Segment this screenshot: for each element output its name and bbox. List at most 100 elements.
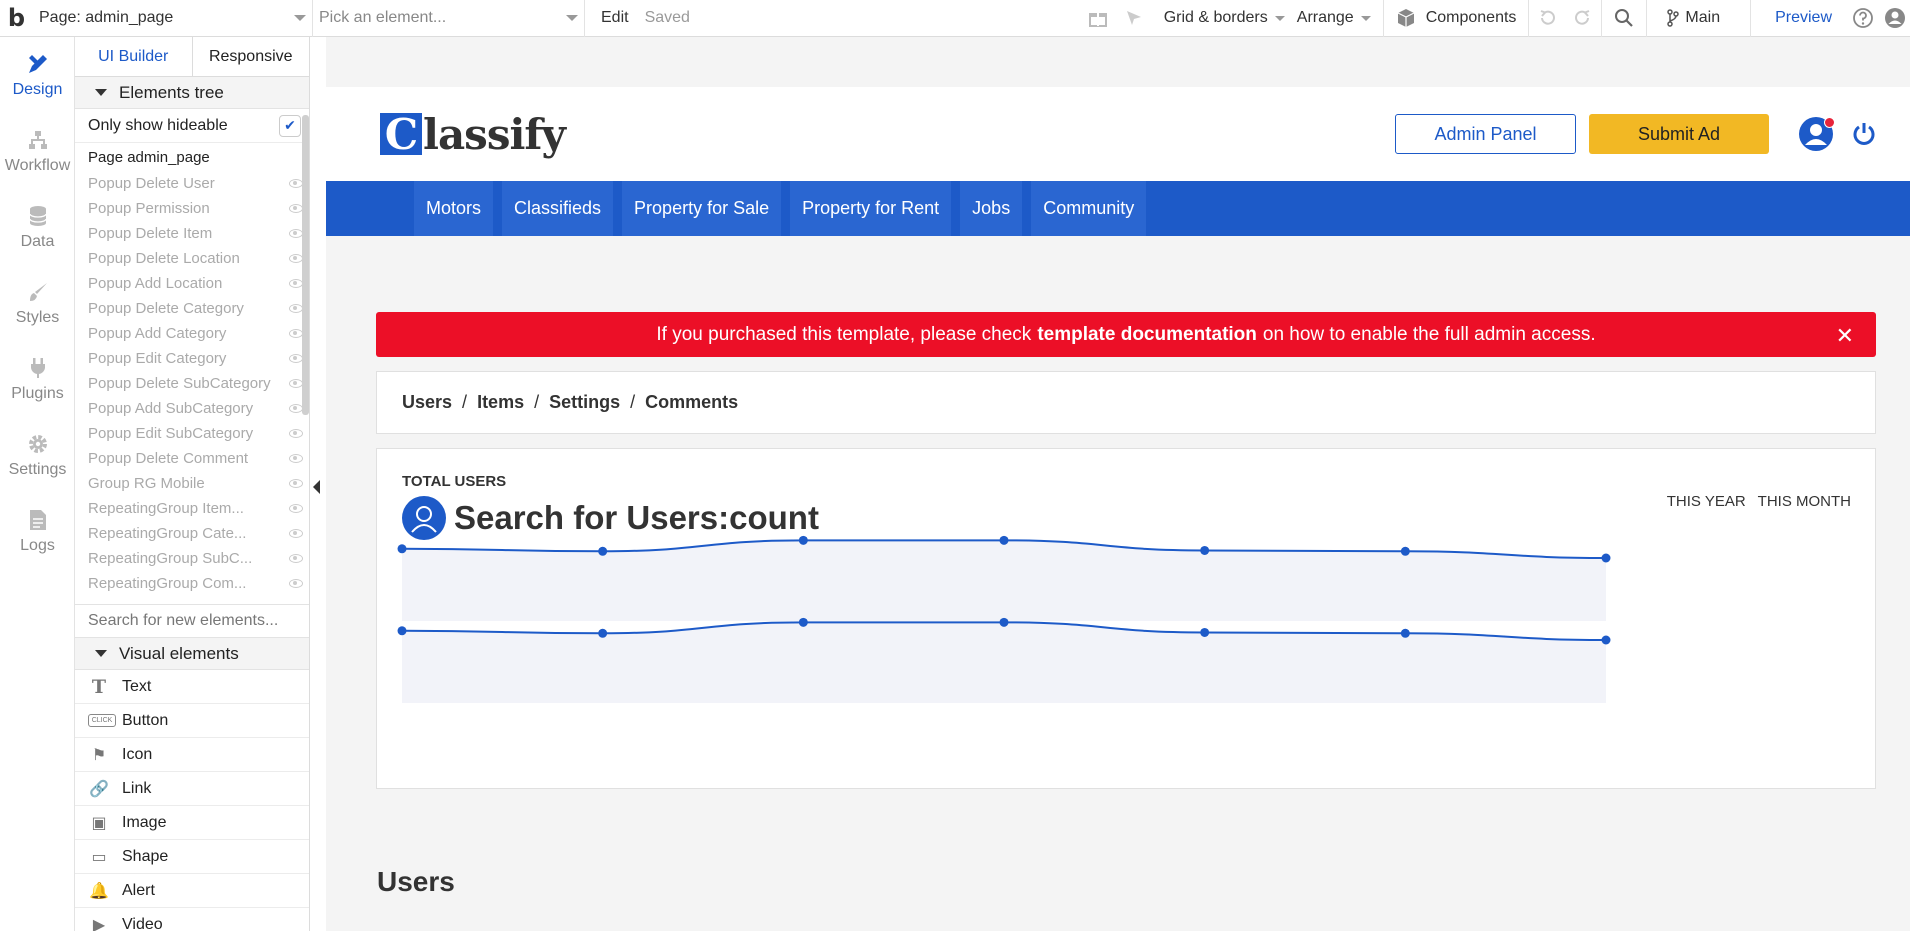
- eye-icon[interactable]: [289, 379, 303, 388]
- nav-item-community[interactable]: Community: [1031, 181, 1147, 236]
- eye-icon[interactable]: [289, 429, 303, 438]
- tree-item[interactable]: Popup Edit SubCategory: [75, 421, 309, 446]
- eye-icon[interactable]: [289, 229, 303, 238]
- breadcrumb-items[interactable]: Items: [477, 392, 524, 413]
- tree-item-label: Popup Add Category: [88, 325, 227, 342]
- eye-icon[interactable]: [289, 254, 303, 263]
- breadcrumb-comments[interactable]: Comments: [645, 392, 738, 413]
- tree-item[interactable]: Popup Add Category: [75, 321, 309, 346]
- bubble-logo-icon[interactable]: b: [0, 0, 33, 37]
- visual-element-icon[interactable]: ⚑ Icon: [75, 738, 309, 772]
- eye-icon[interactable]: [289, 554, 303, 563]
- visual-element-image[interactable]: ▣ Image: [75, 806, 309, 840]
- tree-item[interactable]: RepeatingGroup Cate...: [75, 521, 309, 546]
- nav-item-property-for-sale[interactable]: Property for Sale: [622, 181, 782, 236]
- eye-icon[interactable]: [289, 304, 303, 313]
- tree-item[interactable]: Group RG Mobile: [75, 471, 309, 496]
- eye-icon[interactable]: [289, 479, 303, 488]
- redo-icon[interactable]: [1565, 0, 1601, 37]
- search-icon[interactable]: [1602, 0, 1646, 37]
- eye-icon[interactable]: [289, 404, 303, 413]
- tree-scrollbar[interactable]: [302, 115, 309, 415]
- edit-button[interactable]: Edit: [585, 0, 637, 37]
- rail-item-data[interactable]: Data: [0, 189, 75, 265]
- nav-item-jobs[interactable]: Jobs: [960, 181, 1023, 236]
- visual-element-button[interactable]: CLICK Button: [75, 704, 309, 738]
- rail-item-logs[interactable]: Logs: [0, 493, 75, 569]
- undo-icon[interactable]: [1529, 0, 1565, 37]
- tree-item[interactable]: Popup Delete Comment: [75, 446, 309, 471]
- element-picker[interactable]: Pick an element...: [313, 0, 585, 37]
- rail-item-label: Settings: [8, 460, 67, 478]
- tab-responsive[interactable]: Responsive: [193, 37, 310, 76]
- eye-icon[interactable]: [289, 179, 303, 188]
- eye-icon[interactable]: [289, 329, 303, 338]
- nav-item-motors[interactable]: Motors: [414, 181, 494, 236]
- eye-icon[interactable]: [289, 504, 303, 513]
- visual-elements-header[interactable]: Visual elements: [75, 638, 309, 670]
- tree-item[interactable]: RepeatingGroup SubC...: [75, 546, 309, 571]
- visual-element-shape[interactable]: ▭ Shape: [75, 840, 309, 874]
- visual-element-text[interactable]: T Text: [75, 670, 309, 704]
- nav-item-property-for-rent[interactable]: Property for Rent: [790, 181, 952, 236]
- classify-logo[interactable]: C lassify: [380, 110, 566, 159]
- tree-item[interactable]: Popup Permission: [75, 196, 309, 221]
- power-icon[interactable]: [1850, 120, 1878, 148]
- breadcrumb-settings[interactable]: Settings: [549, 392, 620, 413]
- rail-item-plugins[interactable]: Plugins: [0, 341, 75, 417]
- tree-item-label: Popup Add SubCategory: [88, 400, 254, 417]
- components-button[interactable]: Components: [1384, 0, 1529, 37]
- visual-element-alert[interactable]: 🔔 Alert: [75, 874, 309, 908]
- settings-icon: [26, 432, 50, 456]
- tree-item[interactable]: Popup Add Location: [75, 271, 309, 296]
- collapse-panel-icon[interactable]: [313, 480, 320, 494]
- tree-root-page[interactable]: Page admin_page: [75, 143, 309, 171]
- branch-selector[interactable]: Main: [1647, 0, 1750, 37]
- alert-docs-link[interactable]: template documentation: [1037, 324, 1257, 346]
- eye-icon[interactable]: [289, 279, 303, 288]
- user-avatar[interactable]: [1799, 117, 1835, 151]
- tree-item-label: Popup Delete Location: [88, 250, 240, 267]
- rail-item-styles[interactable]: Styles: [0, 265, 75, 341]
- nav-item-classifieds[interactable]: Classifieds: [502, 181, 614, 236]
- arrange-menu[interactable]: Arrange: [1297, 0, 1383, 37]
- page-selector[interactable]: Page: admin_page: [33, 0, 313, 37]
- tree-item[interactable]: Popup Edit Category: [75, 346, 309, 371]
- only-show-hideable-checkbox[interactable]: ✔: [279, 114, 301, 137]
- pointer-icon[interactable]: [1116, 0, 1152, 37]
- breadcrumb-users[interactable]: Users: [402, 392, 452, 413]
- rail-item-settings[interactable]: Settings: [0, 417, 75, 493]
- elements-tree-header[interactable]: Elements tree: [75, 77, 309, 109]
- visual-element-link[interactable]: 🔗 Link: [75, 772, 309, 806]
- eye-icon[interactable]: [289, 529, 303, 538]
- tab-ui-builder[interactable]: UI Builder: [75, 37, 193, 76]
- rail-item-workflow[interactable]: Workflow: [0, 113, 75, 189]
- breadcrumb: Users / Items / Settings / Comments: [376, 371, 1876, 434]
- tree-item[interactable]: RepeatingGroup Com...: [75, 571, 309, 596]
- filter-this-month[interactable]: THIS MONTH: [1758, 493, 1851, 510]
- visual-element-video[interactable]: ▶ Video: [75, 908, 309, 931]
- eye-icon[interactable]: [289, 579, 303, 588]
- tree-item[interactable]: Popup Delete Item: [75, 221, 309, 246]
- eye-icon[interactable]: [289, 204, 303, 213]
- help-icon[interactable]: [1846, 0, 1880, 37]
- submit-ad-button[interactable]: Submit Ad: [1589, 114, 1769, 154]
- grid-borders-menu[interactable]: Grid & borders: [1152, 0, 1297, 37]
- gift-icon[interactable]: [1080, 0, 1116, 37]
- tree-item[interactable]: Popup Delete Location: [75, 246, 309, 271]
- admin-panel-button[interactable]: Admin Panel: [1395, 114, 1576, 154]
- account-icon[interactable]: [1880, 0, 1910, 37]
- tree-item[interactable]: RepeatingGroup Item...: [75, 496, 309, 521]
- filter-this-year[interactable]: THIS YEAR: [1667, 493, 1746, 510]
- eye-icon[interactable]: [289, 454, 303, 463]
- tree-item[interactable]: Popup Delete Category: [75, 296, 309, 321]
- tree-item[interactable]: Popup Delete User: [75, 171, 309, 196]
- preview-button[interactable]: Preview: [1751, 0, 1846, 37]
- grid-borders-label: Grid & borders: [1163, 9, 1268, 26]
- close-icon[interactable]: ✕: [1836, 323, 1854, 349]
- tree-item[interactable]: Popup Add SubCategory: [75, 396, 309, 421]
- search-elements-input[interactable]: Search for new elements...: [75, 604, 309, 638]
- eye-icon[interactable]: [289, 354, 303, 363]
- rail-item-design[interactable]: Design: [0, 37, 75, 113]
- tree-item[interactable]: Popup Delete SubCategory: [75, 371, 309, 396]
